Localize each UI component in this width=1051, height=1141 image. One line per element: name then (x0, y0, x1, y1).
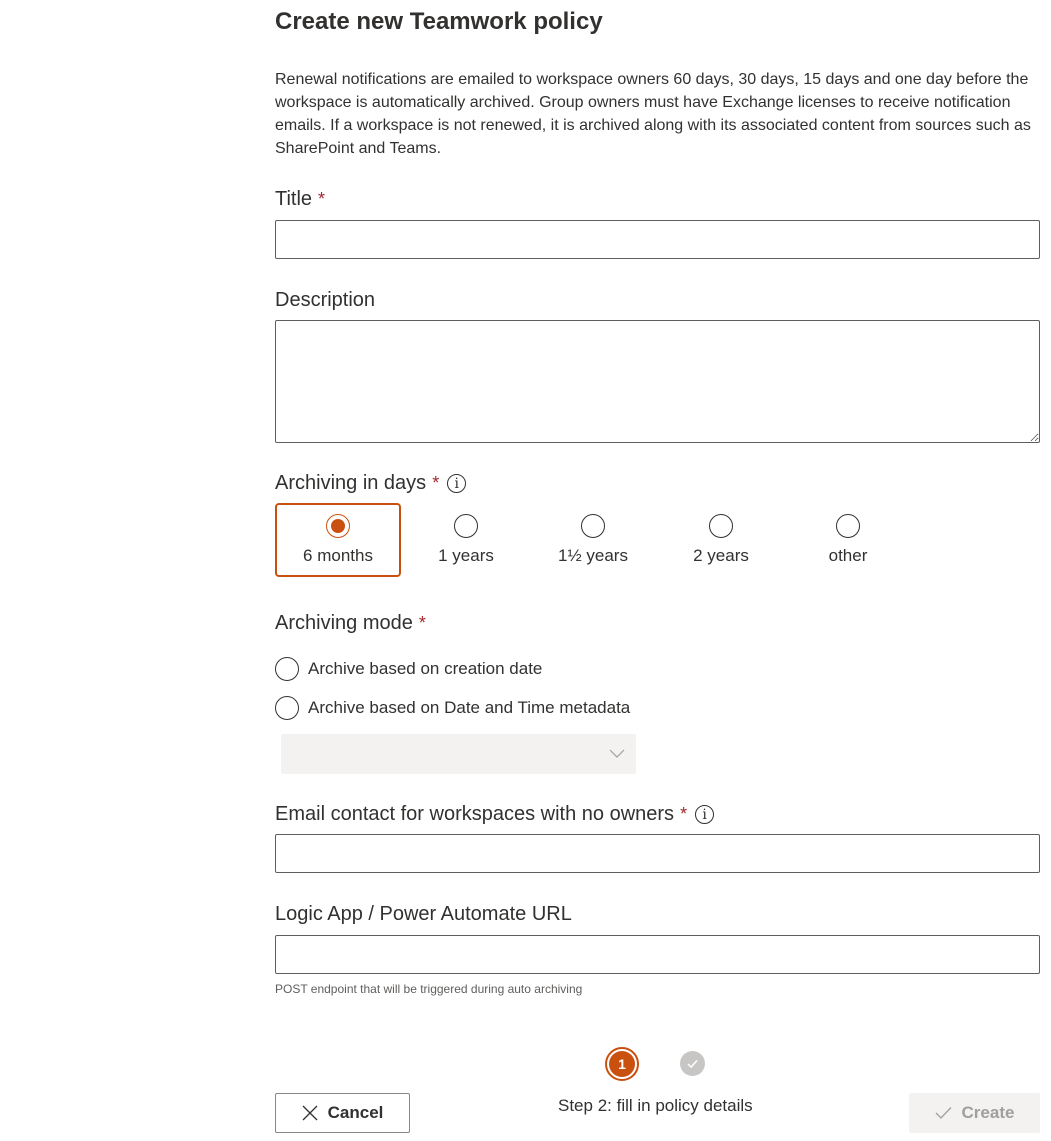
archiving-days-label: Archiving in days * i (275, 472, 467, 495)
cancel-button[interactable]: Cancel (275, 1093, 410, 1133)
email-contact-input[interactable] (275, 834, 1040, 873)
archiving-option-2-years[interactable]: 2 years (658, 503, 784, 577)
close-icon (302, 1105, 318, 1121)
intro-text: Renewal notifications are emailed to wor… (275, 71, 1031, 157)
description-textarea[interactable] (275, 320, 1040, 443)
archiving-option-other[interactable]: other (785, 503, 911, 577)
radio-selected-icon (326, 514, 350, 538)
option-label: 1½ years (558, 546, 628, 565)
step-2-indicator (680, 1051, 705, 1076)
radio-icon (709, 514, 733, 538)
logic-app-url-input[interactable] (275, 935, 1040, 974)
logic-app-url-label-text: Logic App / Power Automate URL (275, 903, 572, 925)
option-label: 2 years (693, 546, 749, 565)
info-icon[interactable]: i (695, 805, 715, 824)
page-title: Create new Teamwork policy (275, 8, 603, 35)
archiving-mode-label-text: Archiving mode (275, 612, 413, 634)
logic-app-url-help: POST endpoint that will be triggered dur… (275, 982, 583, 996)
checkmark-icon (687, 1060, 698, 1069)
title-label: Title * (275, 188, 325, 211)
required-mark: * (318, 189, 326, 209)
radio-icon (454, 514, 478, 538)
required-mark: * (680, 804, 688, 824)
option-label: Archive based on creation date (308, 659, 543, 678)
metadata-dropdown[interactable] (281, 734, 636, 774)
logic-app-url-label: Logic App / Power Automate URL (275, 903, 572, 926)
create-button[interactable]: Create (909, 1093, 1040, 1133)
create-label: Create (961, 1103, 1015, 1122)
required-mark: * (418, 613, 426, 633)
archiving-option-1-year[interactable]: 1 years (403, 503, 529, 577)
option-label: other (828, 546, 868, 565)
radio-icon (275, 696, 299, 720)
step-number: 1 (609, 1051, 635, 1077)
archiving-days-label-text: Archiving in days (275, 472, 427, 494)
email-contact-label-text: Email contact for workspaces with no own… (275, 803, 675, 825)
radio-icon (581, 514, 605, 538)
option-label: 1 years (438, 546, 494, 565)
option-label: 6 months (303, 546, 373, 565)
option-label: Archive based on Date and Time metadata (308, 698, 631, 717)
archiving-option-6-months[interactable]: 6 months (275, 503, 401, 577)
mode-option-creation-date[interactable]: Archive based on creation date (275, 657, 542, 681)
chevron-down-icon (609, 749, 625, 758)
radio-icon (275, 657, 299, 681)
archiving-mode-label: Archiving mode * (275, 612, 426, 635)
step-1-indicator: 1 (605, 1047, 639, 1081)
description-label: Description (275, 289, 375, 312)
info-icon[interactable]: i (447, 474, 467, 493)
radio-icon (836, 514, 860, 538)
checkmark-icon (935, 1107, 952, 1119)
email-contact-label: Email contact for workspaces with no own… (275, 803, 715, 826)
required-mark: * (432, 473, 440, 493)
archiving-option-1-5-years[interactable]: 1½ years (530, 503, 656, 577)
title-label-text: Title (275, 188, 313, 210)
mode-option-metadata[interactable]: Archive based on Date and Time metadata (275, 696, 630, 720)
cancel-label: Cancel (327, 1103, 384, 1122)
step-caption: Step 2: fill in policy details (558, 1096, 753, 1115)
title-input[interactable] (275, 220, 1040, 259)
description-label-text: Description (275, 289, 376, 311)
